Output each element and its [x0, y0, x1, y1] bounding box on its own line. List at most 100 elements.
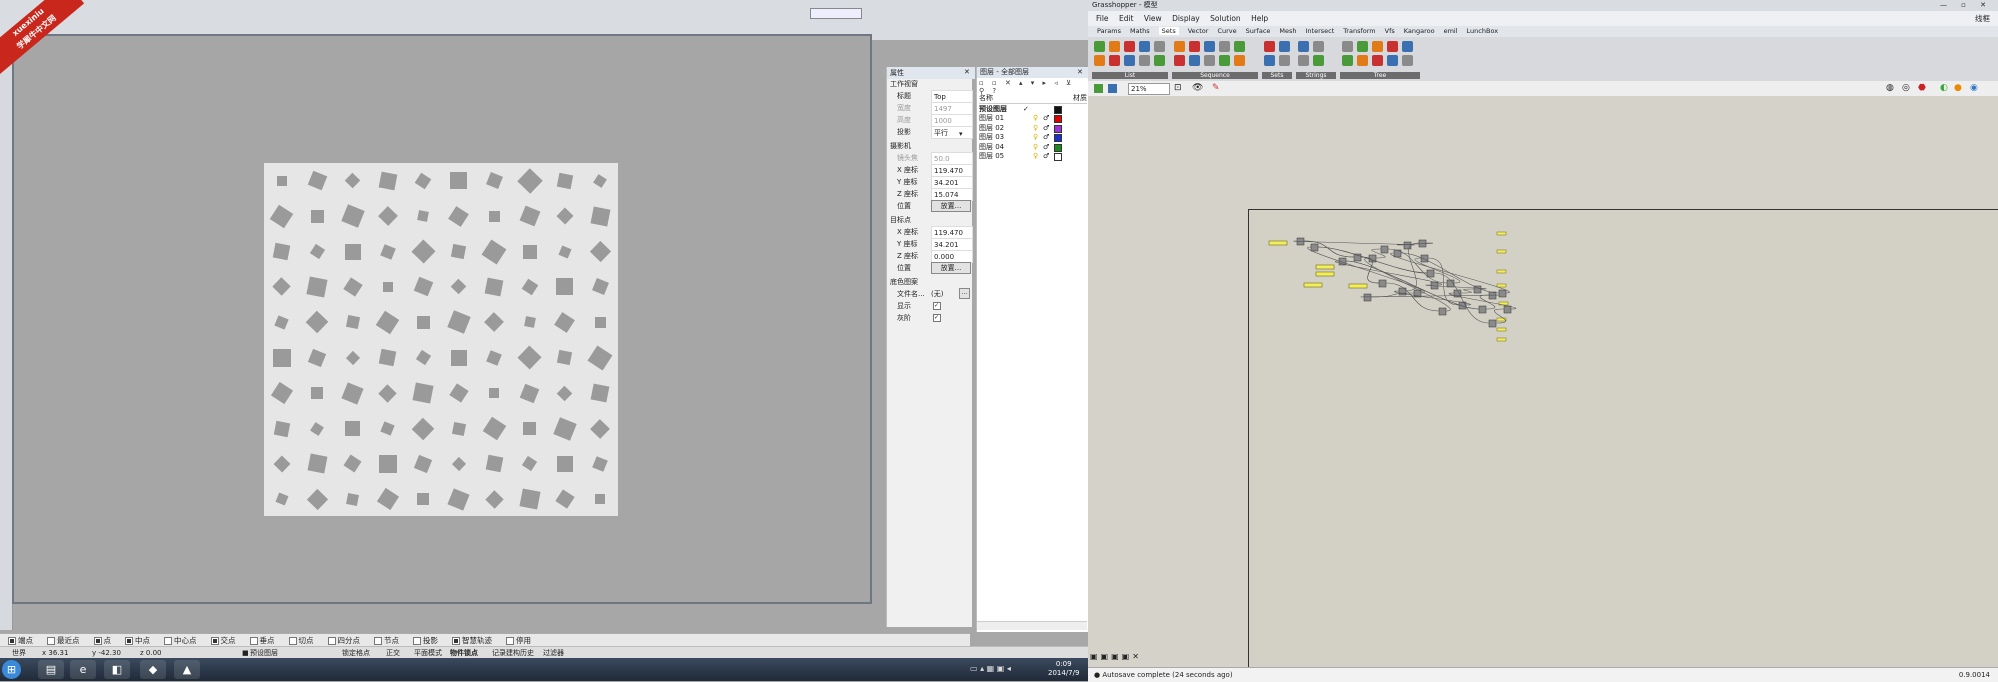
osnap-checkbox[interactable]	[47, 637, 55, 645]
component-icon[interactable]	[1174, 41, 1185, 52]
panel-output[interactable]	[1496, 283, 1507, 288]
gh-component[interactable]	[1310, 243, 1319, 252]
component-group[interactable]	[1248, 209, 1998, 670]
gh-component[interactable]	[1478, 305, 1487, 314]
menu-help[interactable]: Help	[1251, 14, 1268, 23]
osnap-checkbox[interactable]	[164, 637, 172, 645]
component-icon[interactable]	[1094, 41, 1105, 52]
lightbulb-icon[interactable]: ♀	[1033, 114, 1038, 123]
component-icon[interactable]	[1279, 55, 1290, 66]
osnap-checkbox[interactable]	[125, 637, 133, 645]
component-icon[interactable]	[1219, 55, 1230, 66]
gh-component[interactable]	[1420, 254, 1429, 263]
component-icon[interactable]	[1298, 55, 1309, 66]
component-icon[interactable]	[1234, 41, 1245, 52]
preview-color-icon[interactable]: ●	[1954, 83, 1962, 93]
gh-tab[interactable]: Surface	[1246, 27, 1271, 35]
start-button[interactable]: ⊞	[2, 660, 21, 679]
ie-icon[interactable]: e	[70, 660, 96, 679]
preview-shaded-icon[interactable]: ⬣	[1918, 83, 1926, 93]
tray-icons[interactable]: ▭ ▴ ▦ ▣ ◂	[970, 664, 1011, 673]
layer-color-swatch[interactable]	[1054, 134, 1062, 143]
component-icon[interactable]	[1139, 55, 1150, 66]
ribbon-group-label[interactable]: Sets	[1262, 72, 1292, 79]
component-icon[interactable]	[1204, 41, 1215, 52]
gh-component[interactable]	[1498, 289, 1507, 298]
ribbon-group-label[interactable]: Strings	[1296, 72, 1336, 79]
lock-icon[interactable]: ♂	[1043, 124, 1049, 133]
gh-tab[interactable]: Params	[1097, 27, 1121, 35]
lock-icon[interactable]: ♂	[1043, 143, 1049, 152]
layer-color-swatch[interactable]	[1054, 106, 1062, 114]
gh-tab[interactable]: Vector	[1188, 27, 1209, 35]
component-icon[interactable]	[1298, 41, 1309, 52]
gh-tab[interactable]: emil	[1444, 27, 1458, 35]
layer-row[interactable]: 图层 02 ♀ ♂	[979, 124, 1085, 133]
component-icon[interactable]	[1264, 55, 1275, 66]
component-icon[interactable]	[1124, 55, 1135, 66]
panel-output[interactable]	[1496, 327, 1507, 332]
component-icon[interactable]	[1234, 55, 1245, 66]
osnap-checkbox[interactable]	[249, 637, 258, 645]
gray-checkbox[interactable]: ✓	[933, 314, 941, 322]
component-icon[interactable]	[1357, 41, 1368, 52]
gh-tab[interactable]: Curve	[1217, 27, 1236, 35]
cam-place-button[interactable]: 放置...	[931, 200, 971, 212]
zoom-select[interactable]: 21%	[1128, 83, 1170, 95]
lock-icon[interactable]: ♂	[1043, 114, 1049, 123]
lock-icon[interactable]: ♂	[1043, 152, 1049, 161]
gh-component[interactable]	[1473, 285, 1482, 294]
component-icon[interactable]	[1109, 41, 1120, 52]
component-icon[interactable]	[1313, 55, 1324, 66]
gh-tab[interactable]: Kangaroo	[1404, 27, 1435, 35]
gh-component[interactable]	[1438, 307, 1447, 316]
gh-tab[interactable]: LunchBox	[1467, 27, 1499, 35]
sketch-icon[interactable]: ✎	[1212, 83, 1220, 93]
component-icon[interactable]	[1342, 41, 1353, 52]
panel-output[interactable]	[1496, 231, 1507, 236]
osnap-checkbox[interactable]	[413, 637, 421, 645]
lightbulb-icon[interactable]: ♀	[1033, 152, 1038, 161]
component-icon[interactable]	[1264, 41, 1275, 52]
component-icon[interactable]	[1387, 55, 1398, 66]
zoom-extents-icon[interactable]: ⊡	[1174, 83, 1182, 93]
browse-button[interactable]: …	[959, 288, 970, 299]
component-icon[interactable]	[1372, 55, 1383, 66]
menu-file[interactable]: File	[1096, 14, 1109, 23]
tgt-place-button[interactable]: 放置...	[931, 262, 971, 274]
osnap-checkbox[interactable]	[8, 637, 16, 645]
layer-row[interactable]: 预设图层 ✓	[979, 105, 1085, 114]
number-slider[interactable]	[1268, 240, 1288, 246]
number-slider[interactable]	[1303, 282, 1323, 288]
menu-display[interactable]: Display	[1172, 14, 1200, 23]
osnap-checkbox[interactable]	[327, 637, 336, 645]
preview-selected-icon[interactable]: ◐	[1940, 83, 1948, 93]
rhino-task-icon[interactable]: ▲	[174, 660, 200, 679]
layer-row[interactable]: 图层 05 ♀ ♂	[979, 152, 1085, 161]
osnap-checkbox[interactable]	[452, 637, 460, 645]
layer-row[interactable]: 图层 03 ♀ ♂	[979, 133, 1085, 143]
component-icon[interactable]	[1094, 55, 1105, 66]
save-icon[interactable]	[1108, 84, 1117, 93]
close-icon[interactable]: ✕	[1077, 68, 1083, 76]
open-icon[interactable]	[1094, 84, 1103, 93]
layers-scrollbar[interactable]	[977, 621, 1087, 630]
gh-tab[interactable]: Sets	[1158, 27, 1179, 35]
component-icon[interactable]	[1279, 41, 1290, 52]
osnap-checkbox[interactable]	[210, 637, 219, 645]
rhino-menu[interactable]	[70, 24, 76, 32]
ribbon-group-label[interactable]: List	[1092, 72, 1168, 79]
layer-color-swatch[interactable]	[1054, 153, 1062, 161]
explorer-icon[interactable]: ▤	[38, 660, 64, 679]
component-icon[interactable]	[1154, 41, 1165, 52]
ribbon-group-label[interactable]: Tree	[1340, 72, 1420, 79]
menu-solution[interactable]: Solution	[1210, 14, 1241, 23]
window-controls[interactable]	[810, 8, 862, 19]
layer-row[interactable]: 图层 04 ♀ ♂	[979, 143, 1085, 152]
component-icon[interactable]	[1402, 55, 1413, 66]
gh-tab[interactable]: Vfs	[1385, 27, 1395, 35]
preview-eye-icon[interactable]: 👁	[1192, 83, 1203, 93]
show-checkbox[interactable]: ✓	[933, 302, 941, 310]
component-icon[interactable]	[1109, 55, 1120, 66]
lightbulb-icon[interactable]: ♀	[1033, 143, 1038, 152]
